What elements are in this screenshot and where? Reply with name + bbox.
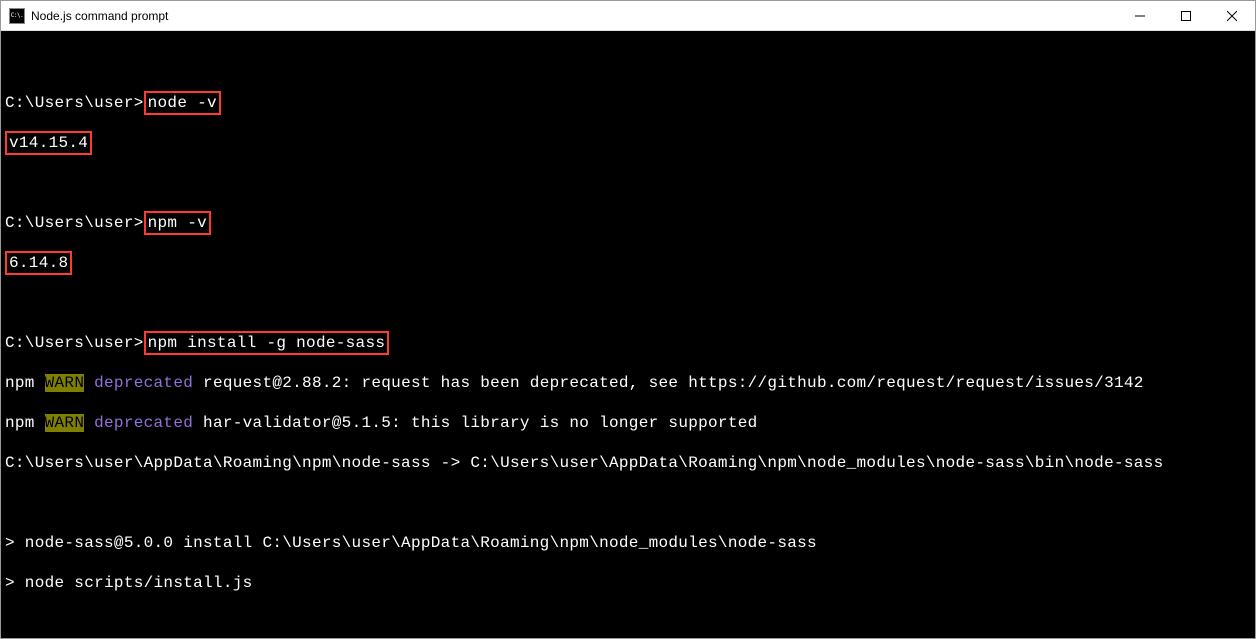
deprecated-label: deprecated: [94, 414, 193, 432]
warn-message: request@2.88.2: request has been depreca…: [193, 374, 1144, 392]
output-highlight: v14.15.4: [5, 131, 92, 155]
minimize-button[interactable]: [1117, 1, 1163, 30]
output-line: 6.14.8: [5, 253, 1251, 273]
blank-line: [5, 173, 1251, 193]
window-controls: [1117, 1, 1255, 30]
prompt-line: C:\Users\user>node -v: [5, 93, 1251, 113]
command-highlight: node -v: [144, 91, 221, 115]
close-button[interactable]: [1209, 1, 1255, 30]
output-line: C:\Users\user\AppData\Roaming\npm\node-s…: [5, 453, 1251, 473]
prompt-line: C:\Users\user>npm -v: [5, 213, 1251, 233]
command-highlight: npm install -g node-sass: [144, 331, 390, 355]
app-icon-text: C:\.: [11, 12, 23, 19]
warn-line: npm WARN deprecated request@2.88.2: requ…: [5, 373, 1251, 393]
warn-badge: WARN: [45, 414, 85, 432]
npm-label: npm: [5, 414, 45, 432]
output-line: > node scripts/install.js: [5, 573, 1251, 593]
window-title: Node.js command prompt: [31, 9, 1117, 23]
terminal-output[interactable]: C:\Users\user>node -v v14.15.4 C:\Users\…: [1, 31, 1255, 638]
deprecated-label: deprecated: [94, 374, 193, 392]
titlebar[interactable]: C:\. Node.js command prompt: [1, 1, 1255, 31]
npm-label: npm: [5, 374, 45, 392]
app-icon: C:\.: [9, 8, 25, 24]
output-highlight: 6.14.8: [5, 251, 72, 275]
warn-line: npm WARN deprecated har-validator@5.1.5:…: [5, 413, 1251, 433]
prompt: C:\Users\user>: [5, 94, 144, 112]
blank-line: [5, 53, 1251, 73]
app-window: C:\. Node.js command prompt C:\Users\use…: [0, 0, 1256, 639]
blank-line: [5, 613, 1251, 633]
output-line: v14.15.4: [5, 133, 1251, 153]
warn-message: har-validator@5.1.5: this library is no …: [193, 414, 757, 432]
warn-badge: WARN: [45, 374, 85, 392]
prompt: C:\Users\user>: [5, 214, 144, 232]
blank-line: [5, 493, 1251, 513]
maximize-button[interactable]: [1163, 1, 1209, 30]
output-line: > node-sass@5.0.0 install C:\Users\user\…: [5, 533, 1251, 553]
prompt-line: C:\Users\user>npm install -g node-sass: [5, 333, 1251, 353]
command-highlight: npm -v: [144, 211, 211, 235]
prompt: C:\Users\user>: [5, 334, 144, 352]
blank-line: [5, 293, 1251, 313]
